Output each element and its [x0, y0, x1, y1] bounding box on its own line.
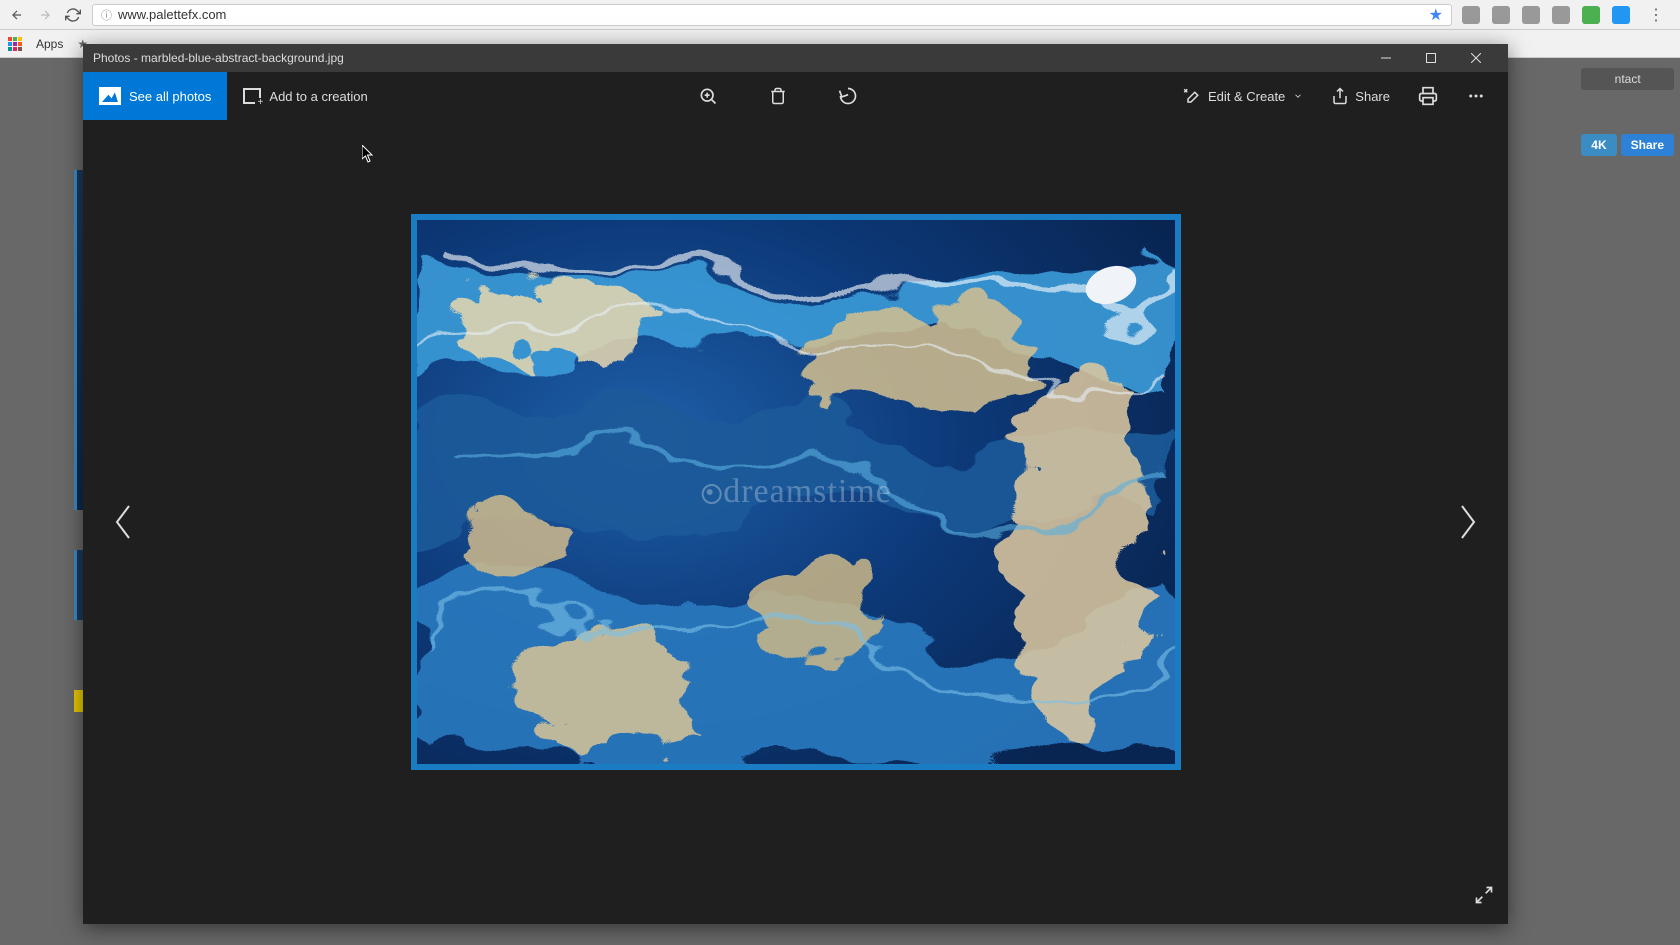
chevron-down-icon	[1293, 91, 1303, 101]
page-peek-right: ntact 4K Share	[1581, 68, 1674, 156]
site-info-icon[interactable]: ⓘ	[101, 7, 112, 23]
edit-icon	[1182, 87, 1200, 105]
window-controls	[1363, 44, 1498, 72]
rotate-button[interactable]	[828, 76, 868, 116]
more-options-button[interactable]	[1456, 76, 1496, 116]
apps-icon[interactable]	[8, 37, 22, 51]
chrome-menu-icon[interactable]: ⋮	[1640, 5, 1672, 25]
page-btn-share[interactable]: Share	[1621, 134, 1674, 156]
print-button[interactable]	[1408, 76, 1448, 116]
displayed-image[interactable]: dreamstime	[411, 214, 1181, 770]
edit-create-button[interactable]: Edit & Create	[1172, 76, 1313, 116]
see-all-label: See all photos	[129, 89, 211, 104]
extension-icon[interactable]	[1552, 6, 1570, 24]
minimize-button[interactable]	[1363, 44, 1408, 72]
extension-icon[interactable]	[1522, 6, 1540, 24]
previous-image-button[interactable]	[103, 492, 143, 552]
ellipsis-icon	[1467, 87, 1485, 105]
add-creation-icon	[243, 88, 261, 104]
delete-button[interactable]	[758, 76, 798, 116]
extension-icons	[1462, 6, 1630, 24]
add-to-creation-button[interactable]: Add to a creation	[227, 72, 383, 120]
close-button[interactable]	[1453, 44, 1498, 72]
edit-create-label: Edit & Create	[1208, 89, 1285, 104]
browser-toolbar: ⓘ www.palettefx.com ★ ⋮	[0, 0, 1680, 30]
zoom-button[interactable]	[688, 76, 728, 116]
share-button[interactable]: Share	[1321, 76, 1400, 116]
photos-app-window: Photos - marbled-blue-abstract-backgroun…	[83, 44, 1508, 924]
fullscreen-button[interactable]	[1474, 885, 1494, 910]
extension-icon[interactable]	[1582, 6, 1600, 24]
see-all-photos-button[interactable]: See all photos	[83, 72, 227, 120]
forward-button[interactable]	[36, 6, 54, 24]
extension-icon[interactable]	[1492, 6, 1510, 24]
photos-icon	[99, 87, 121, 105]
photos-toolbar: See all photos Add to a creation Edit &	[83, 72, 1508, 120]
extension-icon[interactable]	[1612, 6, 1630, 24]
reload-button[interactable]	[64, 6, 82, 24]
add-creation-label: Add to a creation	[269, 89, 367, 104]
image-viewer: dreamstime	[83, 120, 1508, 924]
watermark: dreamstime	[699, 473, 892, 511]
apps-label[interactable]: Apps	[36, 37, 63, 51]
print-icon	[1418, 86, 1438, 106]
share-icon	[1331, 87, 1349, 105]
page-nav-contact[interactable]: ntact	[1581, 68, 1674, 90]
next-image-button[interactable]	[1448, 492, 1488, 552]
window-title: Photos - marbled-blue-abstract-backgroun…	[93, 51, 1363, 65]
page-btn-4k[interactable]: 4K	[1581, 134, 1616, 156]
photos-titlebar[interactable]: Photos - marbled-blue-abstract-backgroun…	[83, 44, 1508, 72]
maximize-button[interactable]	[1408, 44, 1453, 72]
url-bar[interactable]: ⓘ www.palettefx.com ★	[92, 4, 1452, 26]
back-button[interactable]	[8, 6, 26, 24]
share-label: Share	[1355, 89, 1390, 104]
url-text: www.palettefx.com	[118, 7, 226, 22]
extension-icon[interactable]	[1462, 6, 1480, 24]
bookmark-star-icon[interactable]: ★	[1429, 5, 1443, 25]
